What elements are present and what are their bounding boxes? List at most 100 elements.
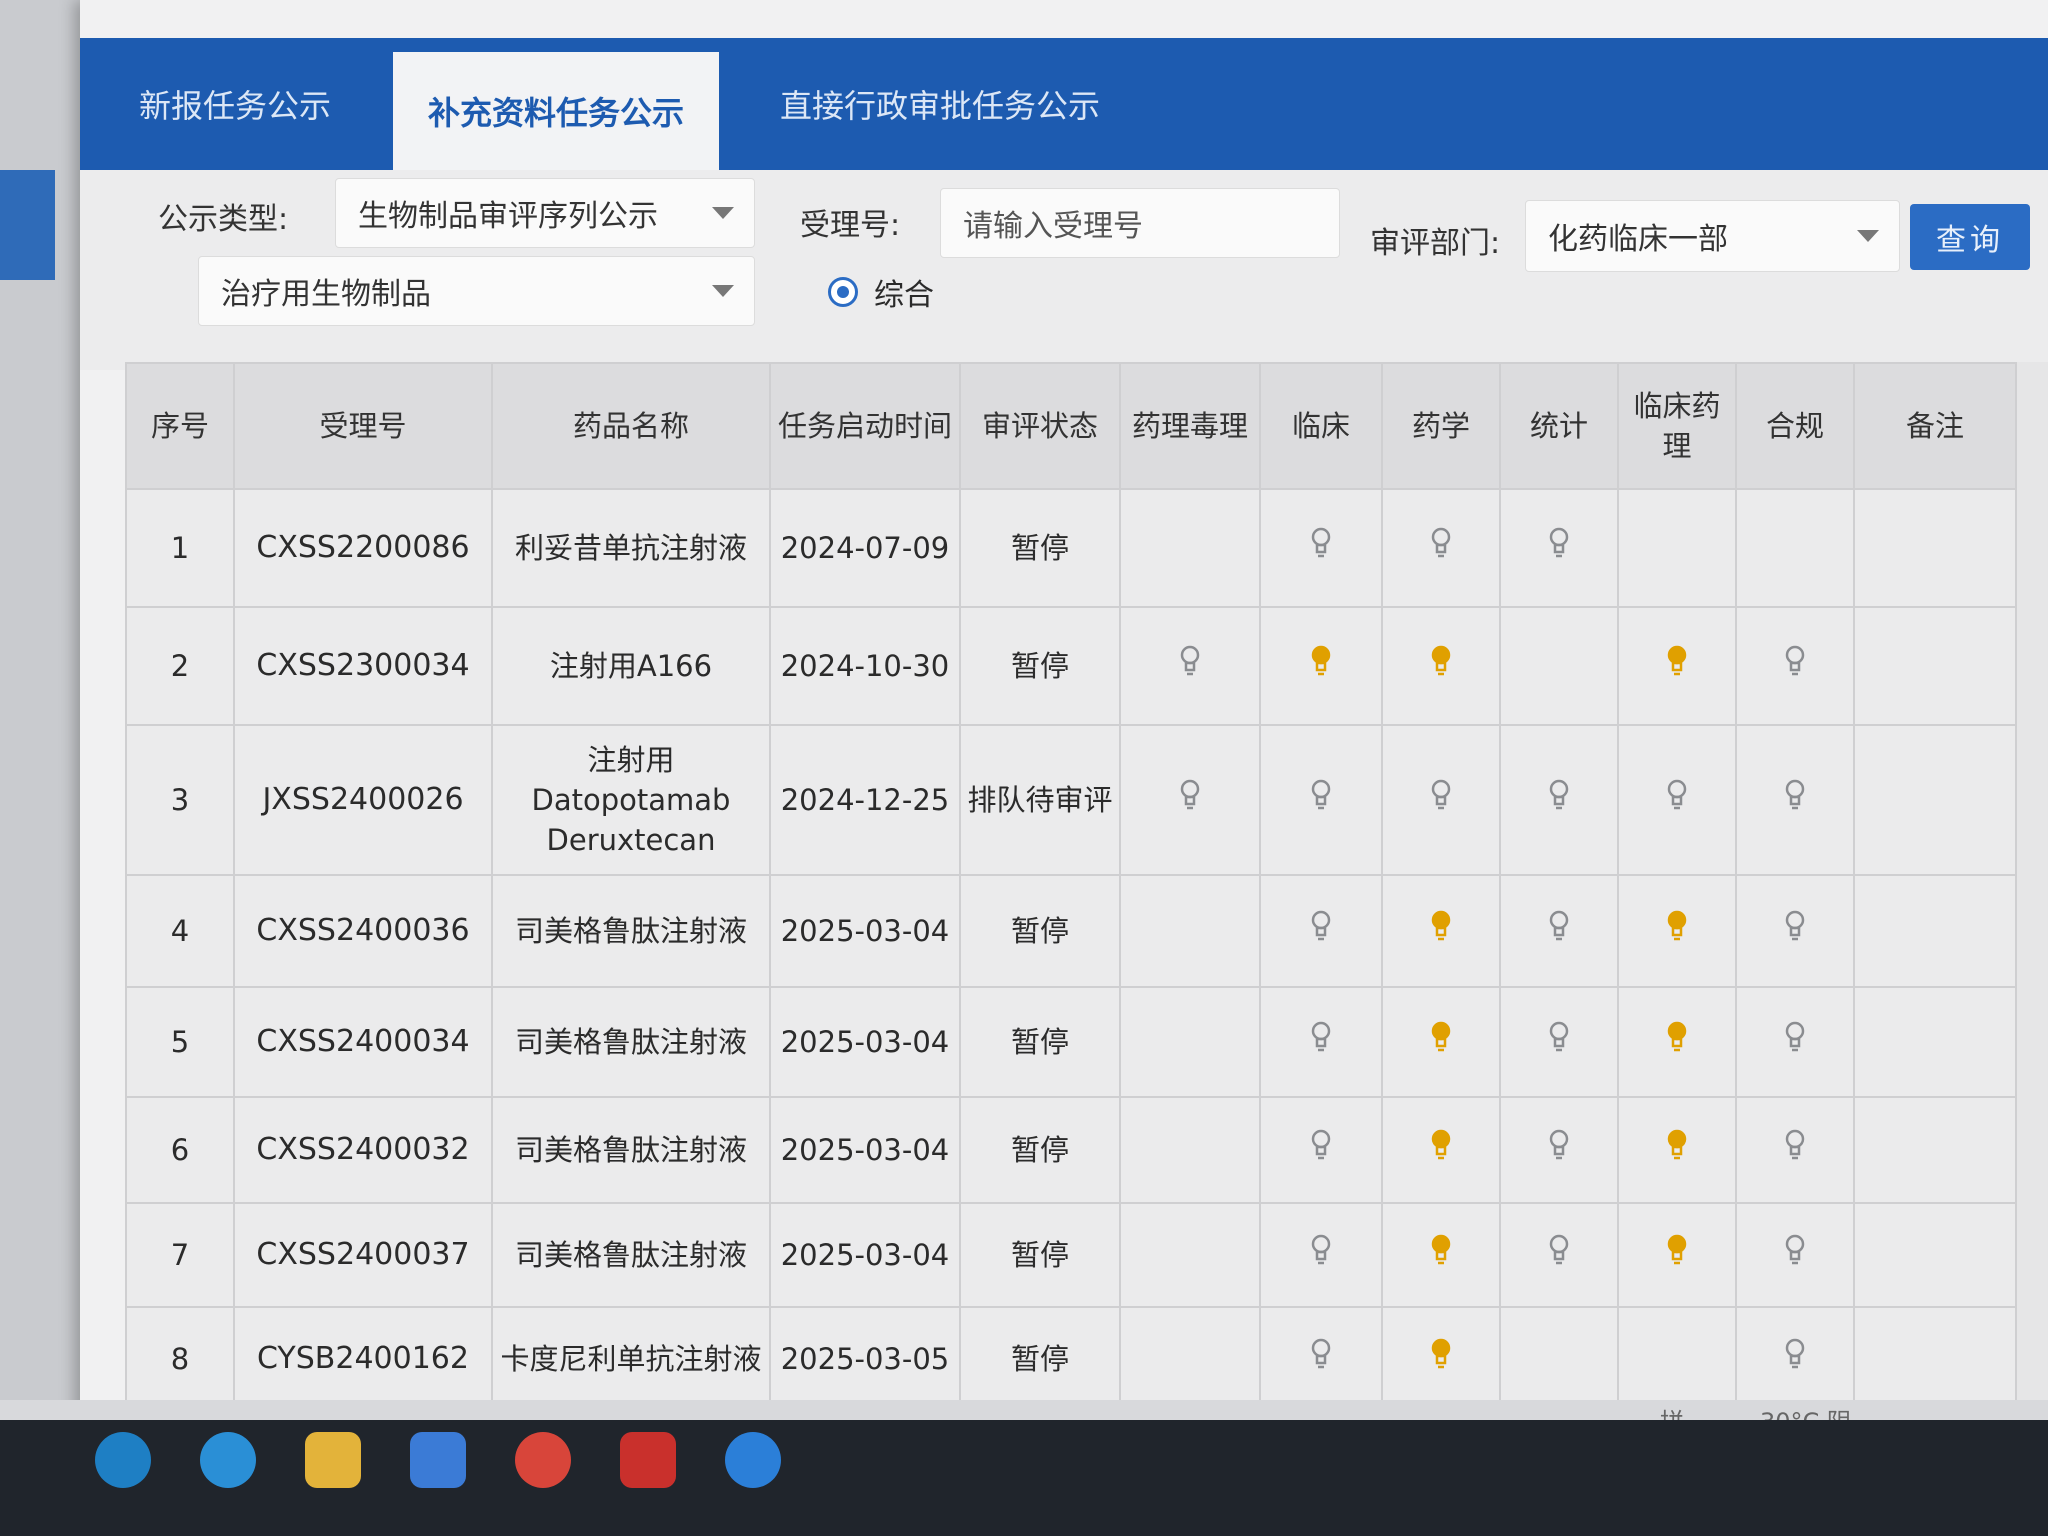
- lightbulb-icon[interactable]: [1666, 778, 1688, 812]
- lightbulb-icon[interactable]: [1430, 909, 1452, 943]
- active-app-icon[interactable]: [725, 1432, 781, 1488]
- cell-drug-name: 利妥昔单抗注射液: [491, 488, 771, 608]
- col-header-statistics: 统计: [1499, 362, 1619, 490]
- lightbulb-icon[interactable]: [1310, 909, 1332, 943]
- cell-start-date: 2025-03-04: [769, 986, 961, 1098]
- lightbulb-icon[interactable]: [1548, 1128, 1570, 1162]
- tab-bar: 新报任务公示 补充资料任务公示 直接行政审批任务公示: [80, 38, 2048, 170]
- table-header-row: 序号 受理号 药品名称 任务启动时间 审评状态 药理毒理 临床 药学 统计 临床…: [125, 362, 2017, 490]
- cell-review-light: [1853, 986, 2017, 1098]
- lightbulb-icon[interactable]: [1179, 644, 1201, 678]
- cell-code: CXSS2400034: [233, 986, 493, 1098]
- cell-review-light: [1381, 1306, 1501, 1412]
- lightbulb-icon[interactable]: [1784, 1337, 1806, 1371]
- lightbulb-icon[interactable]: [1310, 526, 1332, 560]
- lightbulb-icon[interactable]: [1430, 1020, 1452, 1054]
- col-header-pharm-tox: 药理毒理: [1119, 362, 1261, 490]
- lightbulb-icon[interactable]: [1310, 1233, 1332, 1267]
- lightbulb-icon[interactable]: [1784, 1128, 1806, 1162]
- lightbulb-icon[interactable]: [1666, 909, 1688, 943]
- lightbulb-icon[interactable]: [1548, 1233, 1570, 1267]
- cell-review-light: [1119, 724, 1261, 876]
- edge-icon[interactable]: [95, 1432, 151, 1488]
- cell-code: CXSS2300034: [233, 606, 493, 726]
- lightbulb-icon[interactable]: [1548, 909, 1570, 943]
- cell-review-light: [1617, 1202, 1737, 1308]
- cell-start-date: 2025-03-05: [769, 1306, 961, 1412]
- filter-panel: 公示类型: 生物制品审评序列公示 治疗用生物制品 受理号: 请输入受理号 综合 …: [80, 170, 2048, 370]
- lightbulb-icon[interactable]: [1430, 526, 1452, 560]
- radio-comprehensive[interactable]: 综合: [828, 270, 934, 314]
- cell-drug-name: 注射用 Datopotamab Deruxtecan: [491, 724, 771, 876]
- subtype-select[interactable]: 治疗用生物制品: [198, 256, 755, 326]
- tab-new-report[interactable]: 新报任务公示: [80, 38, 390, 170]
- col-header-clinical: 临床: [1259, 362, 1383, 490]
- type-select[interactable]: 生物制品审评序列公示: [335, 178, 755, 248]
- chevron-down-icon: [1857, 230, 1879, 242]
- window-edge: [0, 170, 55, 280]
- cell-no: 2: [125, 606, 235, 726]
- cell-review-light: [1499, 724, 1619, 876]
- cell-review-light: [1119, 1306, 1261, 1412]
- cell-review-light: [1259, 1096, 1383, 1204]
- lightbulb-icon[interactable]: [1784, 1020, 1806, 1054]
- lightbulb-icon[interactable]: [1179, 778, 1201, 812]
- cell-review-light: [1499, 986, 1619, 1098]
- cell-review-light: [1381, 606, 1501, 726]
- lightbulb-icon[interactable]: [1784, 1233, 1806, 1267]
- cell-code: CYSB2400162: [233, 1306, 493, 1412]
- lightbulb-icon[interactable]: [1310, 778, 1332, 812]
- table-row: 5 CXSS2400034 司美格鲁肽注射液 2025-03-04 暂停: [125, 986, 2017, 1098]
- query-button[interactable]: 查询: [1910, 204, 2030, 270]
- lightbulb-icon[interactable]: [1666, 644, 1688, 678]
- lightbulb-icon[interactable]: [1548, 1020, 1570, 1054]
- cell-review-light: [1381, 488, 1501, 608]
- lightbulb-icon[interactable]: [1666, 1020, 1688, 1054]
- tab-supplementary[interactable]: 补充资料任务公示: [393, 52, 719, 170]
- cell-start-date: 2025-03-04: [769, 1096, 961, 1204]
- lightbulb-icon[interactable]: [1310, 1020, 1332, 1054]
- lightbulb-icon[interactable]: [1430, 1128, 1452, 1162]
- cell-review-light: [1853, 1096, 2017, 1204]
- results-table-area: 序号 受理号 药品名称 任务启动时间 审评状态 药理毒理 临床 药学 统计 临床…: [125, 362, 2048, 1420]
- col-header-notes: 备注: [1853, 362, 2017, 490]
- dept-select[interactable]: 化药临床一部: [1525, 200, 1900, 272]
- cell-status: 暂停: [959, 1096, 1121, 1204]
- lightbulb-icon[interactable]: [1430, 1233, 1452, 1267]
- browser-icon[interactable]: [200, 1432, 256, 1488]
- lightbulb-icon[interactable]: [1310, 644, 1332, 678]
- col-header-status: 审评状态: [959, 362, 1121, 490]
- cell-status: 暂停: [959, 1306, 1121, 1412]
- cell-review-light: [1735, 1202, 1855, 1308]
- file-explorer-icon[interactable]: [305, 1432, 361, 1488]
- lightbulb-icon[interactable]: [1430, 1337, 1452, 1371]
- cell-review-light: [1853, 1202, 2017, 1308]
- lightbulb-icon[interactable]: [1310, 1128, 1332, 1162]
- lightbulb-icon[interactable]: [1666, 1128, 1688, 1162]
- cell-drug-name: 司美格鲁肽注射液: [491, 1096, 771, 1204]
- lightbulb-icon[interactable]: [1548, 778, 1570, 812]
- cell-review-light: [1735, 724, 1855, 876]
- cell-drug-name: 注射用A166: [491, 606, 771, 726]
- lightbulb-icon[interactable]: [1784, 778, 1806, 812]
- lightbulb-icon[interactable]: [1310, 1337, 1332, 1371]
- lightbulb-icon[interactable]: [1784, 644, 1806, 678]
- cell-review-light: [1259, 606, 1383, 726]
- cell-no: 4: [125, 874, 235, 988]
- cell-review-light: [1499, 1306, 1619, 1412]
- chrome-icon[interactable]: [515, 1432, 571, 1488]
- lightbulb-icon[interactable]: [1784, 909, 1806, 943]
- accept-number-input[interactable]: 请输入受理号: [940, 188, 1340, 258]
- lightbulb-icon[interactable]: [1666, 1233, 1688, 1267]
- wps-icon[interactable]: [620, 1432, 676, 1488]
- cell-code: CXSS2400037: [233, 1202, 493, 1308]
- lightbulb-icon[interactable]: [1430, 778, 1452, 812]
- cell-review-light: [1853, 606, 2017, 726]
- radio-label: 综合: [874, 278, 934, 313]
- cell-review-light: [1735, 874, 1855, 988]
- accept-number-placeholder: 请输入受理号: [963, 209, 1143, 244]
- lightbulb-icon[interactable]: [1430, 644, 1452, 678]
- store-icon[interactable]: [410, 1432, 466, 1488]
- tab-direct-approval[interactable]: 直接行政审批任务公示: [740, 38, 1140, 170]
- lightbulb-icon[interactable]: [1548, 526, 1570, 560]
